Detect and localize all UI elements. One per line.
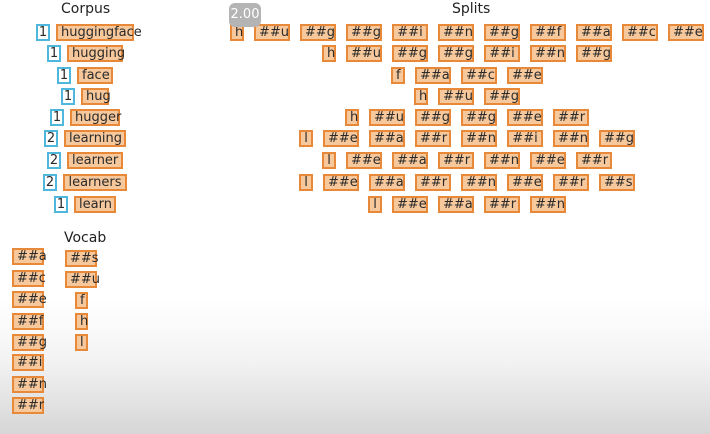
corpus-count: 1	[36, 24, 50, 41]
split-token: l	[299, 130, 313, 147]
split-token: l	[322, 152, 336, 169]
split-token: ##c	[622, 24, 658, 41]
split-token: ##f	[530, 24, 566, 41]
vocab-token: ##a	[12, 248, 47, 265]
split-token: l	[299, 174, 313, 191]
corpus-word: huggingface	[56, 24, 142, 41]
split-token: h	[414, 88, 428, 105]
split-token: ##u	[438, 88, 474, 105]
split-token: ##r	[415, 174, 451, 191]
splits-title: Splits	[452, 1, 491, 17]
split-token: ##e	[323, 174, 359, 191]
split-token: ##i	[507, 130, 543, 147]
split-token: ##e	[507, 109, 543, 126]
split-token: ##a	[415, 67, 451, 84]
vocab-title: Vocab	[64, 230, 107, 246]
split-token: ##g	[599, 130, 635, 147]
split-token: ##e	[507, 67, 543, 84]
corpus-count: 1	[47, 45, 61, 62]
split-token: ##r	[576, 152, 612, 169]
corpus-word: hugger	[70, 109, 121, 126]
vocab-token: ##f	[12, 313, 44, 330]
corpus-word: face	[77, 67, 113, 84]
split-token: ##a	[576, 24, 612, 41]
split-token: ##g	[484, 24, 520, 41]
corpus-count: 1	[61, 88, 75, 105]
split-token: ##g	[392, 45, 428, 62]
split-token: ##e	[507, 174, 543, 191]
split-token: ##e	[392, 196, 428, 213]
vocab-token: f	[75, 292, 88, 309]
vocab-token: h	[75, 313, 88, 330]
split-token: ##r	[553, 109, 589, 126]
split-token: ##u	[254, 24, 290, 41]
split-token: ##n	[461, 130, 497, 147]
vocab-token: ##u	[65, 271, 100, 288]
vocab-token: ##e	[12, 291, 47, 308]
split-token: ##g	[576, 45, 612, 62]
corpus-word: learn	[74, 196, 116, 213]
corpus-count: 1	[50, 109, 64, 126]
split-token: ##n	[530, 196, 566, 213]
split-token: ##g	[300, 24, 336, 41]
split-token: ##s	[599, 174, 635, 191]
split-token: ##r	[484, 196, 520, 213]
vocab-token: ##g	[12, 334, 47, 351]
split-token: ##r	[553, 174, 589, 191]
vocab-token: ##r	[12, 397, 44, 414]
split-token: ##g	[438, 45, 474, 62]
split-token: ##n	[530, 45, 566, 62]
vocab-token: ##c	[12, 270, 46, 287]
split-token: ##c	[461, 67, 497, 84]
vocab-token: ##n	[12, 376, 47, 393]
corpus-word: learners	[63, 174, 127, 191]
corpus-count: 1	[54, 196, 68, 213]
split-token: ##n	[438, 24, 474, 41]
split-token: ##i	[484, 45, 520, 62]
split-token: ##u	[369, 109, 405, 126]
split-token: ##g	[484, 88, 520, 105]
corpus-count: 2	[44, 130, 58, 147]
corpus-title: Corpus	[61, 1, 111, 17]
split-token: ##a	[438, 196, 474, 213]
corpus-word: hugging	[67, 45, 125, 62]
split-token: ##e	[668, 24, 704, 41]
split-token: ##g	[415, 109, 451, 126]
vocab-token: l	[75, 334, 88, 351]
split-token: ##r	[415, 130, 451, 147]
corpus-word: learner	[67, 152, 123, 169]
corpus-word: learning	[64, 130, 126, 147]
playback-speed-badge[interactable]: 2.00	[229, 3, 261, 27]
split-token: ##e	[323, 130, 359, 147]
split-token: ##n	[553, 130, 589, 147]
split-token: h	[345, 109, 359, 126]
split-token: ##g	[461, 109, 497, 126]
split-token: ##i	[392, 24, 428, 41]
split-token: ##a	[369, 130, 405, 147]
vocab-token: ##i	[12, 354, 44, 371]
split-token: ##e	[530, 152, 566, 169]
split-token: ##a	[392, 152, 428, 169]
vocab-token: ##s	[65, 250, 99, 267]
split-token: ##e	[346, 152, 382, 169]
split-token: ##n	[461, 174, 497, 191]
corpus-word: hug	[81, 88, 111, 105]
split-token: f	[391, 67, 405, 84]
split-token: l	[368, 196, 382, 213]
corpus-count: 2	[43, 174, 57, 191]
split-token: ##n	[484, 152, 520, 169]
split-token: ##u	[346, 45, 382, 62]
corpus-count: 1	[57, 67, 71, 84]
corpus-count: 2	[47, 152, 61, 169]
split-token: ##g	[346, 24, 382, 41]
split-token: ##a	[369, 174, 405, 191]
split-token: h	[322, 45, 336, 62]
split-token: ##r	[438, 152, 474, 169]
